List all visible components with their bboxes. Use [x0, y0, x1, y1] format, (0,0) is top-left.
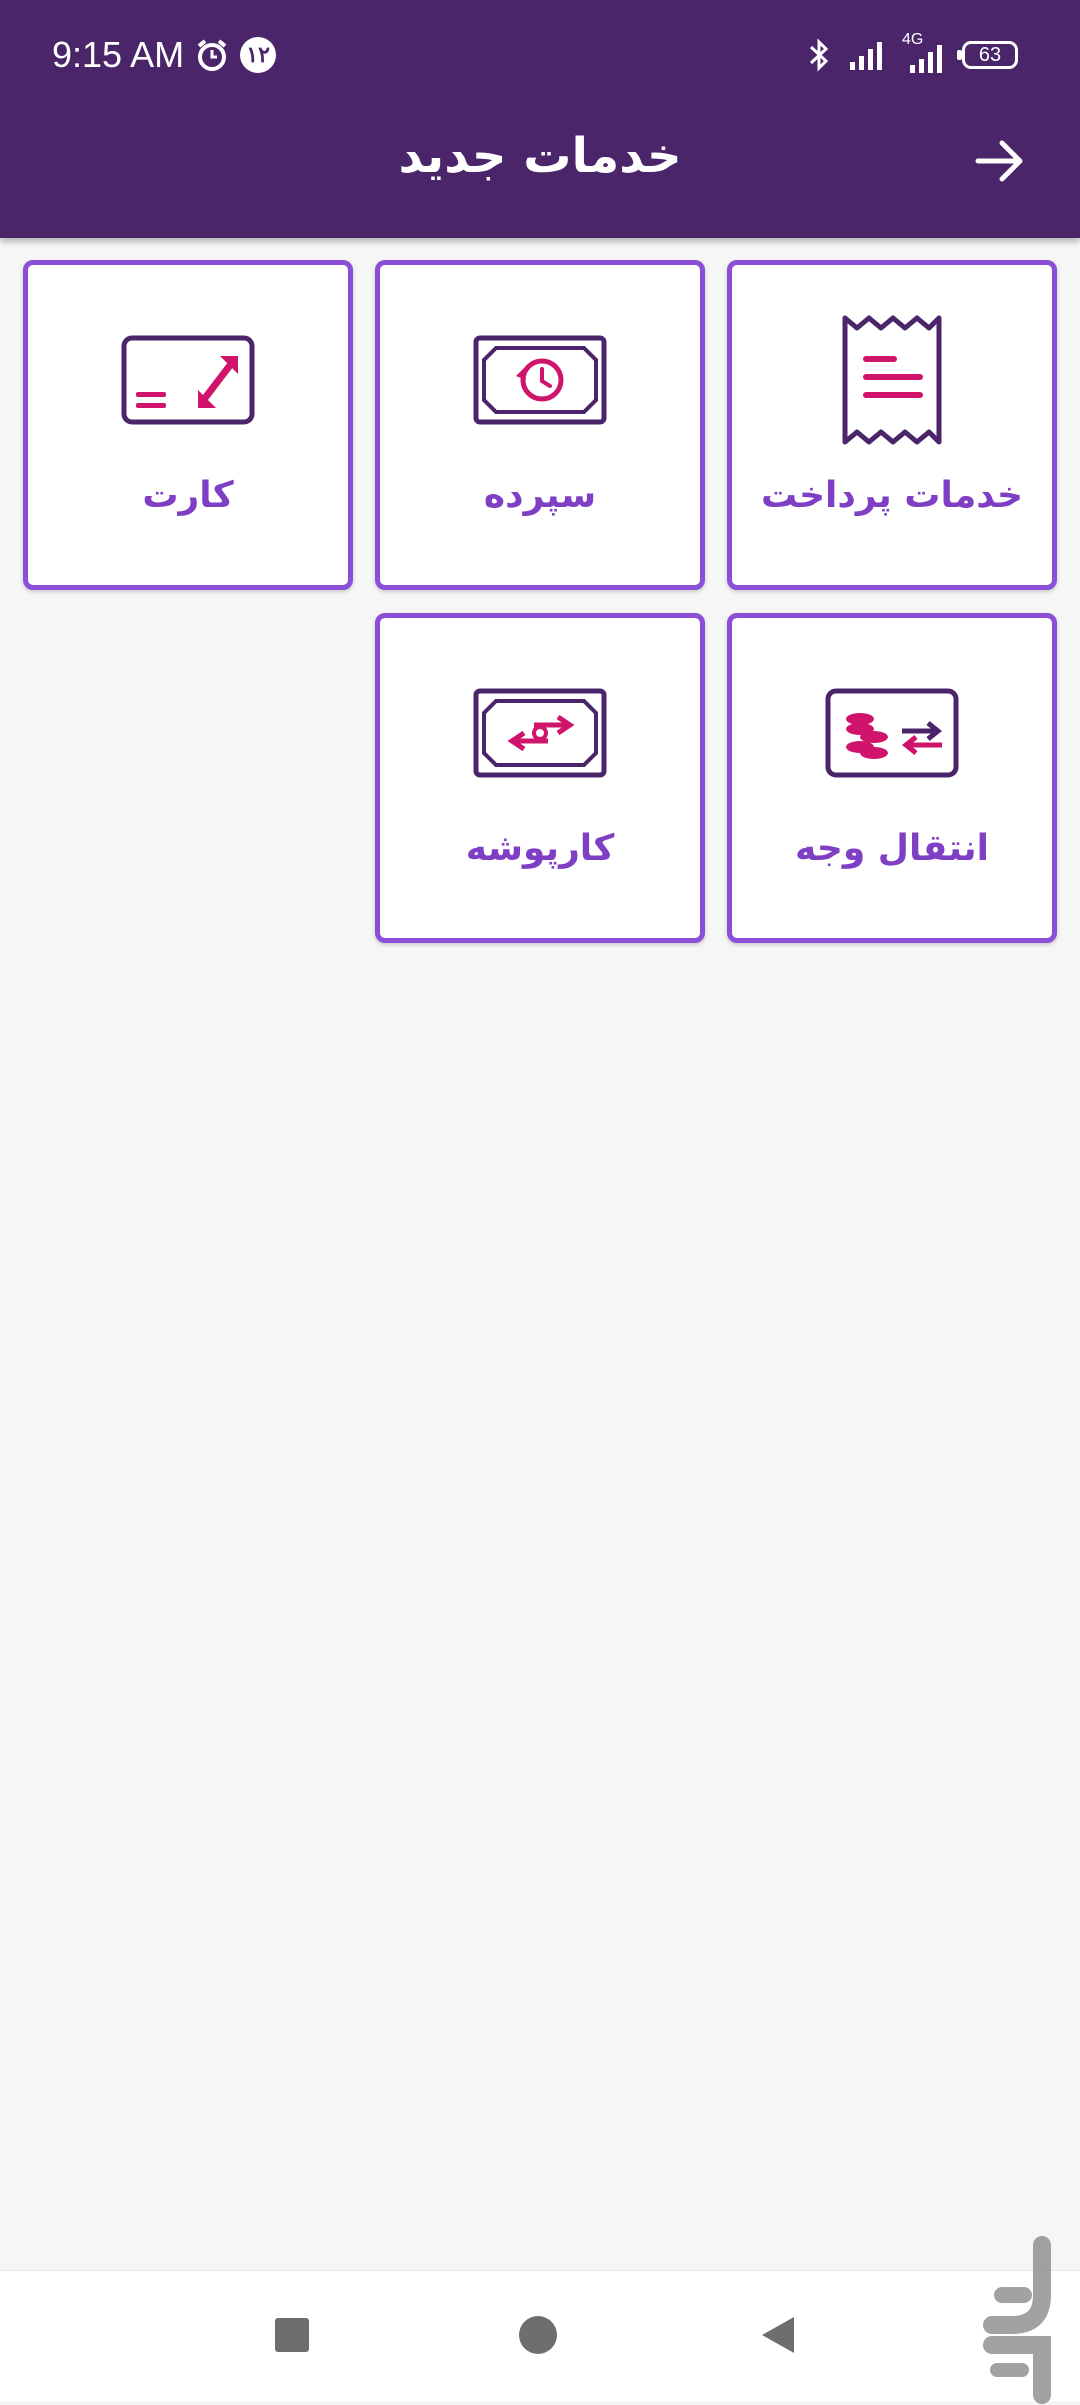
- battery-level: 63: [978, 43, 1002, 66]
- status-time: 9:15 AM ۱۲: [52, 30, 277, 80]
- deposit-history-icon: [470, 310, 610, 450]
- alarm-icon: [197, 39, 227, 71]
- signal-icon-2: [910, 45, 942, 73]
- triangle-back-icon: [762, 2317, 794, 2353]
- status-icons: 4G 63: [804, 30, 1018, 80]
- store-logo-icon: [983, 2236, 1051, 2404]
- tile-label: خدمات پرداخت: [760, 475, 1024, 516]
- money-transfer-icon: [822, 663, 962, 803]
- cash-exchange-icon: [470, 663, 610, 803]
- recent-apps-button[interactable]: [268, 2311, 316, 2359]
- tile-label: انتقال وجه: [795, 828, 989, 869]
- tile-label: سپرده: [483, 475, 597, 516]
- receipt-icon: [822, 310, 962, 450]
- signal-icon: [850, 42, 882, 70]
- system-nav-bar: [0, 2270, 1080, 2401]
- circle-icon: [519, 2316, 557, 2354]
- notification-badge: ۱۲: [240, 37, 277, 73]
- card-resize-icon: [118, 310, 258, 450]
- tile-cartable[interactable]: کارپوشه: [375, 613, 705, 943]
- back-button[interactable]: [754, 2311, 802, 2359]
- home-button[interactable]: [514, 2311, 562, 2359]
- battery-indicator: 63: [957, 41, 1018, 69]
- tile-deposit[interactable]: سپرده: [375, 260, 705, 590]
- tile-payment-services[interactable]: خدمات پرداخت: [727, 260, 1057, 590]
- tile-label: کارپوشه: [465, 828, 615, 869]
- back-arrow-icon[interactable]: [972, 134, 1026, 188]
- tile-money-transfer[interactable]: انتقال وجه: [727, 613, 1057, 943]
- square-icon: [275, 2318, 309, 2352]
- tile-card[interactable]: کارت: [23, 260, 353, 590]
- signal-4g: 4G: [902, 31, 948, 75]
- app-bar: 9:15 AM ۱۲ 4G 63 خدمات جدید: [0, 0, 1080, 238]
- bluetooth-icon: [809, 38, 829, 72]
- tile-label: کارت: [142, 475, 234, 516]
- page-title: خدمات جدید: [398, 128, 682, 184]
- status-time-text: 9:15 AM: [52, 34, 185, 75]
